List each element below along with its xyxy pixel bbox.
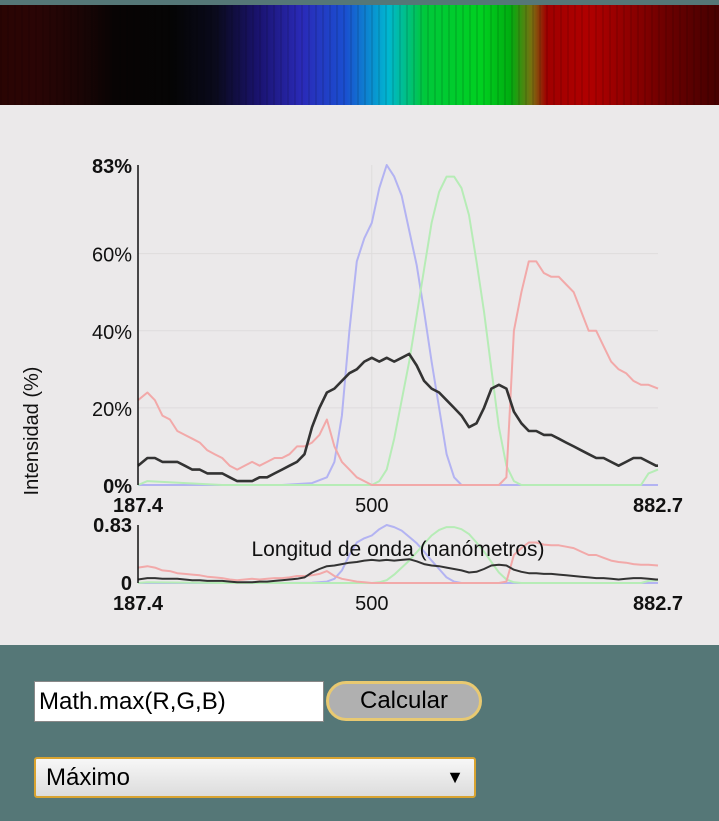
y-tick-label: 40% <box>92 322 132 344</box>
y-tick-label: 60% <box>92 245 132 267</box>
x-tick-label: 500 <box>355 495 388 517</box>
mode-select-value: Máximo <box>46 763 131 791</box>
main-grid <box>138 165 658 485</box>
overview-x-tick-label: 500 <box>355 593 388 615</box>
spectrum-strip <box>0 0 719 105</box>
y-axis-label: Intensidad (%) <box>21 367 43 496</box>
chevron-down-icon: ▼ <box>446 767 464 787</box>
x-axis-label: Longitud de onda (nanómetros) <box>251 538 544 561</box>
spectrum-chart: 83%60%40%20%0%187.4 500 882.7 0.830187.4 50… <box>21 156 683 615</box>
mode-select[interactable]: Máximo ▼ <box>34 757 476 798</box>
overview-axes: 0.83 0187.4 500 882.7 <box>93 515 683 615</box>
formula-input[interactable] <box>34 681 324 722</box>
spectrum-image <box>0 5 719 105</box>
overview-y-tick-label: 0.83 <box>93 515 132 537</box>
overview-x-tick-label: 187.4 <box>113 593 164 615</box>
x-tick-label: 882.7 <box>633 495 683 517</box>
series-line-red <box>137 260 659 486</box>
calculate-button[interactable]: Calcular <box>326 681 482 721</box>
overview-y-tick-label: 0 <box>121 573 132 595</box>
overview-x-tick-label: 882.7 <box>633 593 683 615</box>
series-line-blue <box>138 164 658 486</box>
y-tick-label: 20% <box>92 399 132 421</box>
chart-panel: 83% 60% 40% 20% 0% 187.4 500 882.7 0.83 0 187.4 50… <box>0 105 719 645</box>
y-tick-label: 83% <box>92 156 132 178</box>
main-series <box>137 164 659 486</box>
x-tick-label: 187.4 <box>113 495 164 517</box>
